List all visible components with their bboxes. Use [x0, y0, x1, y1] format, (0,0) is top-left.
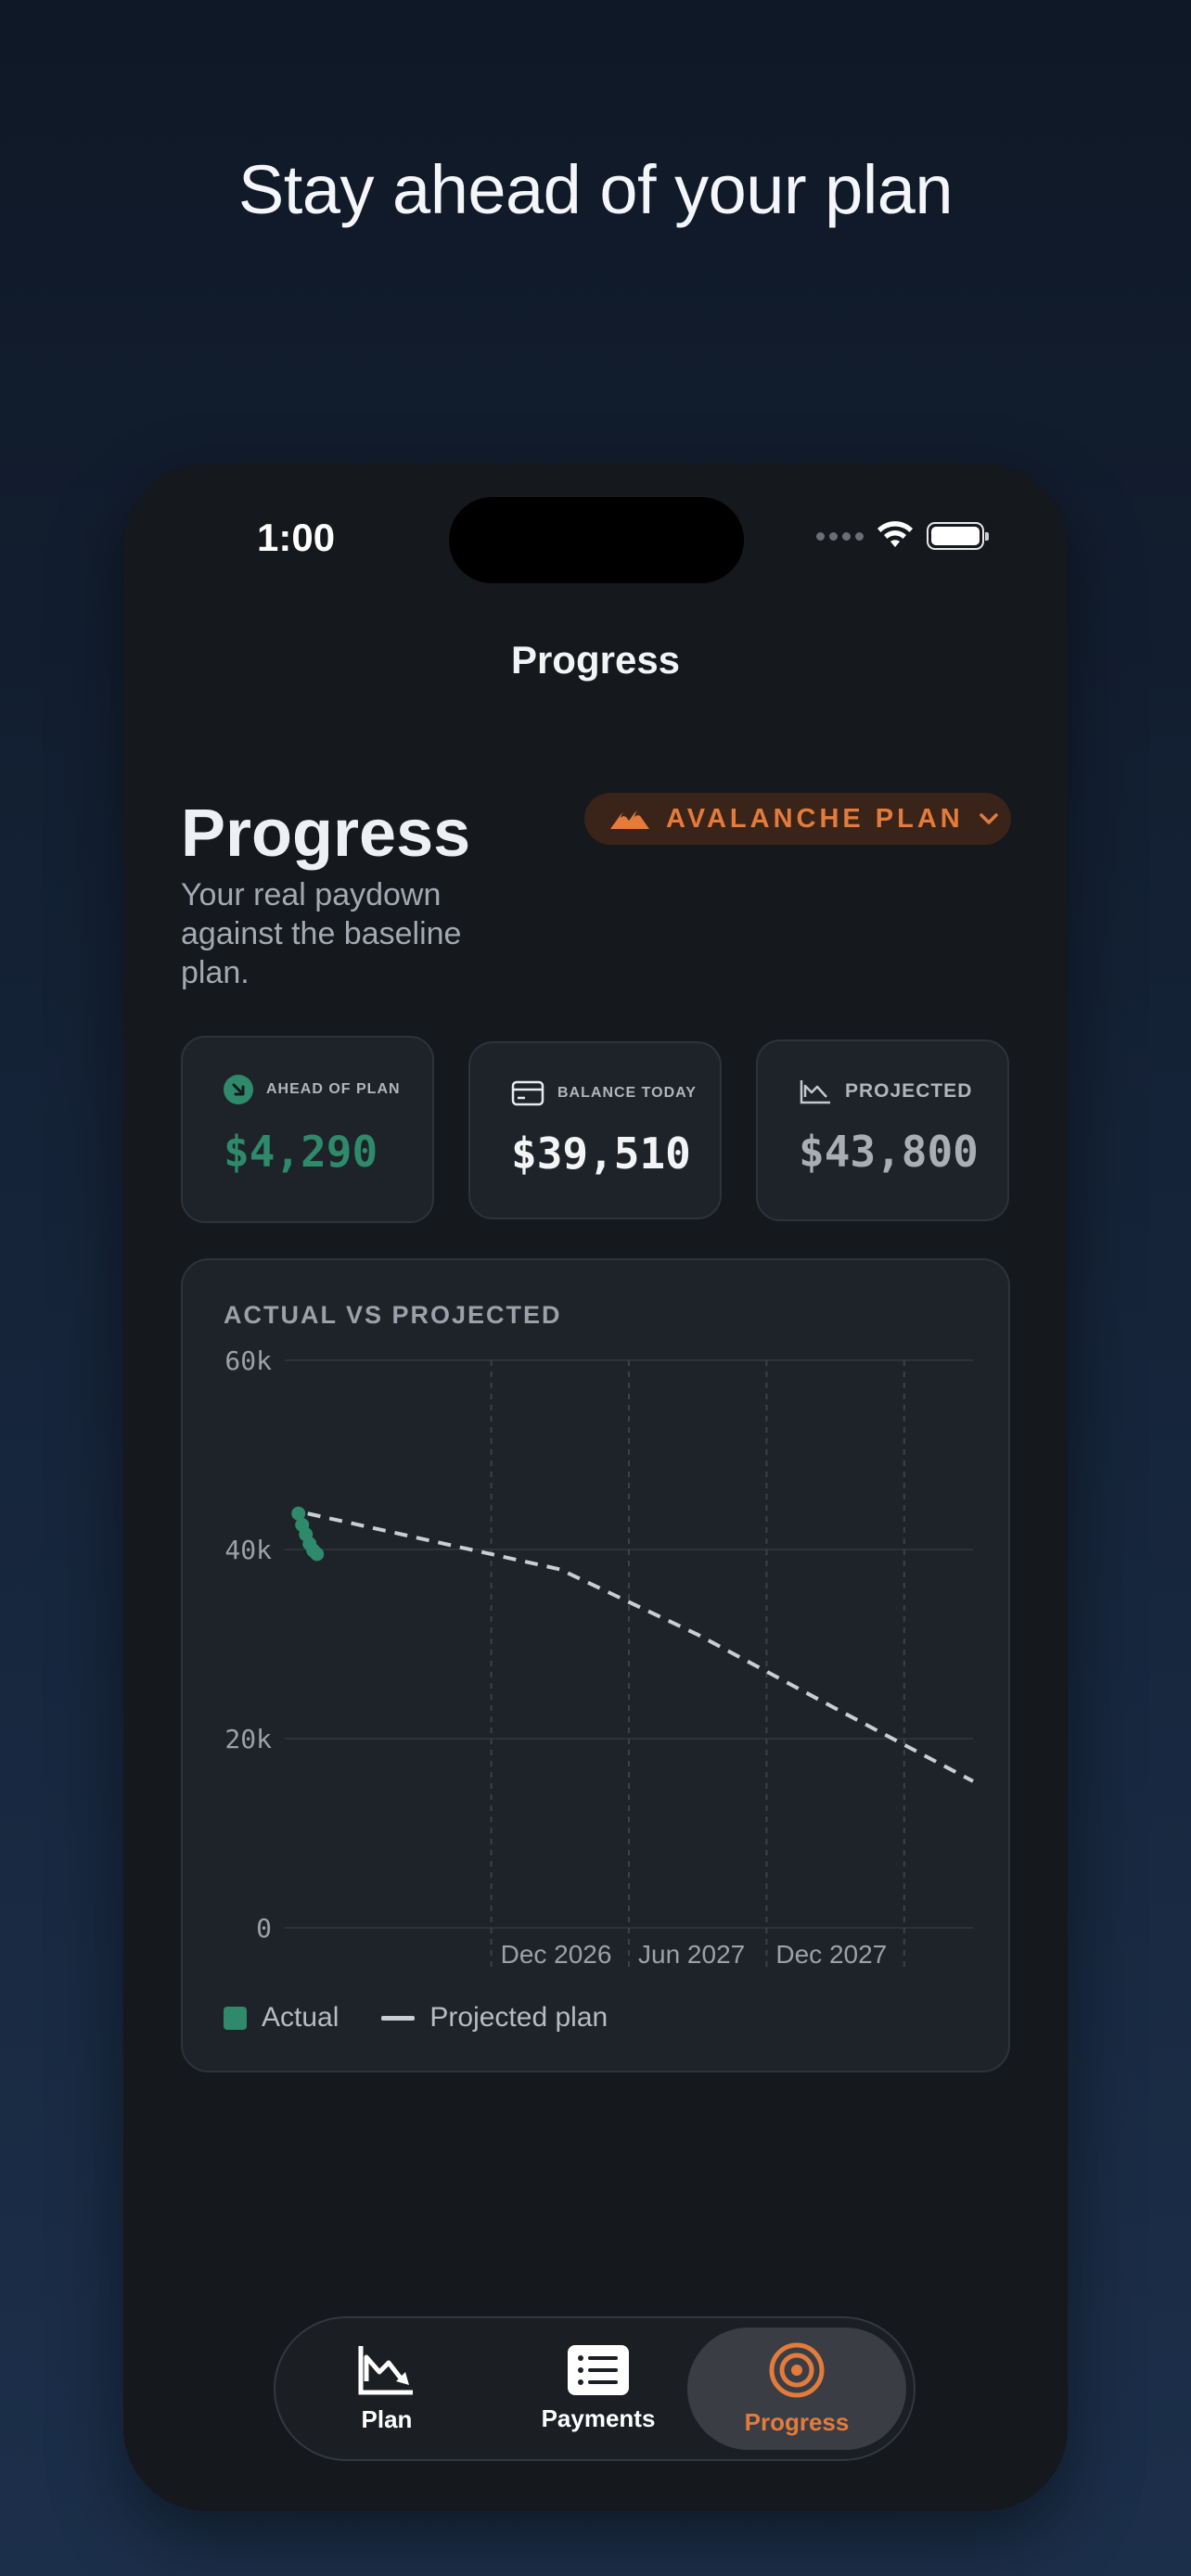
stat-label: PROJECTED — [845, 1080, 973, 1102]
page-title: Progress — [181, 797, 471, 871]
stat-card-projected: PROJECTED $43,800 — [756, 1039, 1009, 1221]
y-tick-label: 20k — [224, 1724, 272, 1754]
stat-label: AHEAD OF PLAN — [266, 1081, 401, 1097]
chart-down-icon — [358, 2345, 413, 2394]
legend-label-projected: Projected plan — [429, 2002, 608, 2033]
marketing-headline: Stay ahead of your plan — [237, 151, 954, 228]
tab-bar: Plan Payments Progress — [274, 2316, 916, 2461]
page-subtitle: Your real paydown against the baseline p… — [181, 877, 462, 990]
chart-down-icon — [800, 1080, 830, 1104]
y-tick-label: 60k — [224, 1345, 272, 1376]
actual-data-point — [310, 1547, 325, 1562]
legend-swatch-actual — [224, 2006, 247, 2030]
stat-label: BALANCE TODAY — [557, 1085, 697, 1101]
x-tick-label: Dec 2027 — [775, 1940, 887, 1969]
nav-title: Progress — [510, 638, 681, 682]
chart-card: ACTUAL VS PROJECTED 60k 40k 20k 0 Dec 2026 Ju… — [181, 1258, 1010, 2072]
y-tick-label: 0 — [256, 1913, 272, 1944]
legend-swatch-projected — [381, 2015, 416, 2021]
stat-card-balance: BALANCE TODAY $39,510 — [468, 1041, 722, 1219]
dynamic-island — [449, 497, 744, 583]
cellular-signal-icon — [816, 531, 864, 541]
mountain-icon — [610, 810, 649, 829]
wifi-icon — [877, 521, 913, 547]
list-icon — [568, 2344, 629, 2395]
plan-selector-button[interactable]: AVALANCHE PLAN — [584, 793, 1011, 845]
stat-card-ahead: AHEAD OF PLAN $4,290 — [181, 1036, 434, 1223]
stat-value: $39,510 — [511, 1129, 691, 1179]
status-icons — [816, 521, 989, 551]
projected-plan-line — [307, 1511, 974, 1783]
actual-vs-projected-chart: 60k 40k 20k 0 Dec 2026 Jun 2027 Dec 2027 — [224, 1345, 974, 1969]
tab-progress[interactable]: Progress — [687, 2327, 906, 2450]
y-tick-label: 40k — [224, 1535, 272, 1565]
plan-selector-label: AVALANCHE PLAN — [666, 803, 964, 834]
legend-label-actual: Actual — [262, 2002, 339, 2033]
x-tick-label: Jun 2027 — [638, 1940, 745, 1969]
credit-card-icon — [511, 1080, 544, 1106]
chevron-down-icon — [980, 813, 998, 824]
arrow-down-right-circle-icon — [224, 1075, 253, 1104]
battery-icon — [927, 522, 989, 550]
chart-legend: Actual Projected plan — [224, 2002, 608, 2034]
stat-value: $4,290 — [224, 1127, 378, 1177]
status-time: 1:00 — [257, 516, 336, 559]
stat-value: $43,800 — [799, 1127, 979, 1177]
tab-label: Progress — [744, 2407, 850, 2436]
tab-label: Plan — [361, 2404, 413, 2433]
phone-frame: 1:00 Progress Progress Your real paydown… — [123, 464, 1068, 2511]
target-icon — [769, 2342, 825, 2397]
x-tick-label: Dec 2026 — [501, 1940, 612, 1969]
tab-payments[interactable]: Payments — [524, 2318, 672, 2459]
tab-plan[interactable]: Plan — [313, 2318, 461, 2459]
tab-label: Payments — [541, 2404, 656, 2432]
